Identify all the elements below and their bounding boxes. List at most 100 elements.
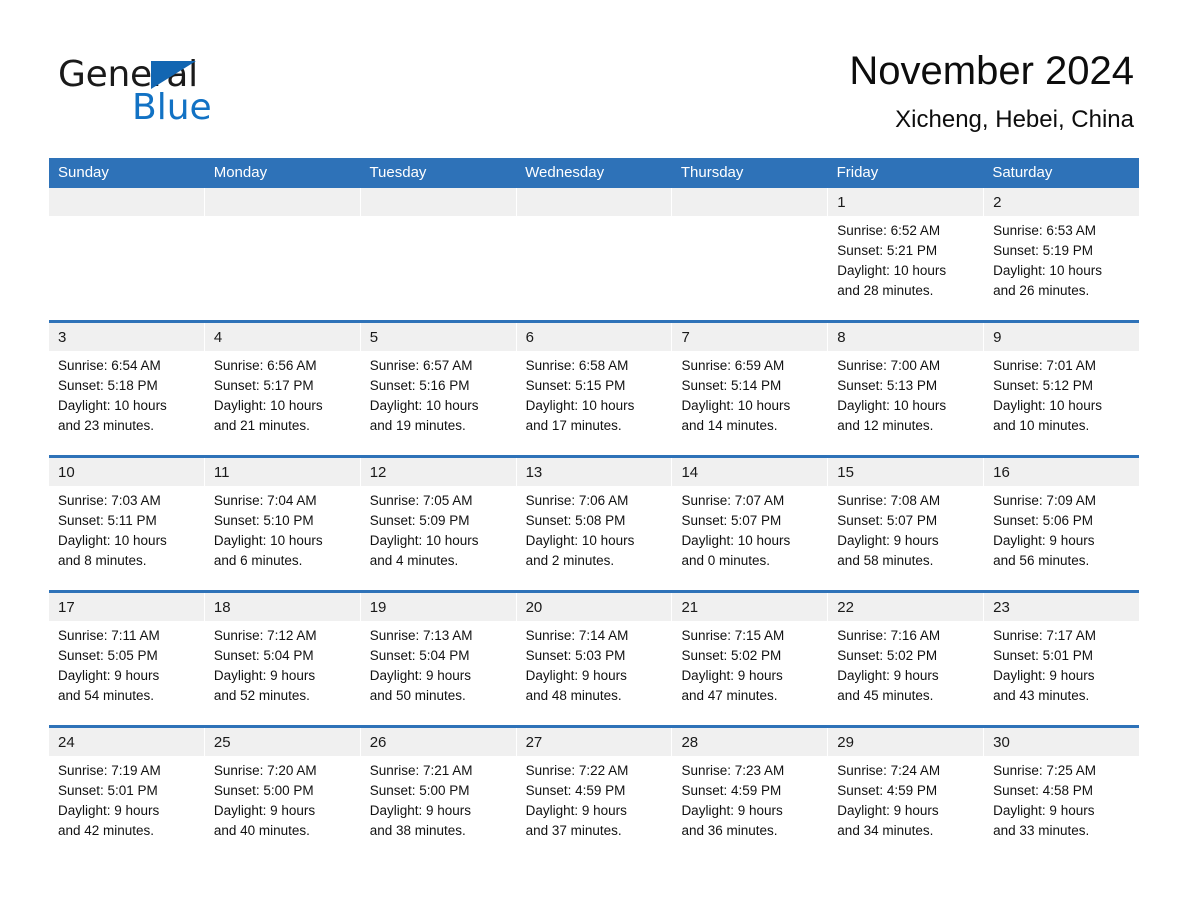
day-cell[interactable]: 8 Sunrise: 7:00 AM Sunset: 5:13 PM Daylight…: [828, 323, 985, 455]
day-number: [516, 188, 672, 216]
day-cell[interactable]: 9 Sunrise: 7:01 AM Sunset: 5:12 PM Daylight…: [984, 323, 1140, 455]
day-sun-info: Sunrise: 7:01 AM Sunset: 5:12 PM Daylight:…: [984, 351, 1139, 436]
day-number: 8: [828, 323, 984, 351]
day-cell[interactable]: 28 Sunrise: 7:23 AM Sunset: 4:59 PM Dayligh…: [672, 728, 829, 860]
sunrise-text: Sunrise: 7:19 AM: [58, 763, 161, 778]
daylight-text-line1: Daylight: 10 hours: [213, 398, 323, 413]
day-cell[interactable]: 30 Sunrise: 7:25 AM Sunset: 4:58 PM Dayligh…: [984, 728, 1140, 860]
sunrise-text: Sunrise: 6:56 AM: [213, 358, 317, 373]
calendar-week-row: 24 Sunrise: 7:19 AM Sunset: 5:01 PM Dayligh…: [49, 725, 1140, 860]
daylight-text-line1: Daylight: 10 hours: [837, 398, 947, 413]
day-cell[interactable]: 23 Sunrise: 7:17 AM Sunset: 5:01 PM Dayligh…: [984, 593, 1140, 725]
sunset-text: Sunset: 5:01 PM: [993, 648, 1093, 663]
day-sun-info: Sunrise: 6:57 AM Sunset: 5:16 PM Daylight:…: [361, 351, 516, 436]
sunrise-text: Sunrise: 7:11 AM: [58, 628, 160, 643]
day-number: [360, 188, 516, 216]
day-cell[interactable]: 20 Sunrise: 7:14 AM Sunset: 5:03 PM Dayligh…: [516, 593, 673, 725]
daylight-text-line2: and 14 minutes.: [681, 418, 778, 433]
sunrise-text: Sunrise: 6:53 AM: [993, 223, 1096, 238]
title-block: November 2024 Xicheng, Hebei, China: [849, 46, 1134, 136]
day-cell[interactable]: 12 Sunrise: 7:05 AM Sunset: 5:09 PM Dayligh…: [360, 458, 517, 590]
day-sun-info: Sunrise: 7:04 AM Sunset: 5:10 PM Daylight:…: [205, 486, 360, 571]
logo-triangle-icon: [151, 61, 196, 89]
day-cell[interactable]: 10 Sunrise: 7:03 AM Sunset: 5:11 PM Dayligh…: [49, 458, 205, 590]
daylight-text-line2: and 50 minutes.: [369, 688, 466, 703]
day-number: 7: [672, 323, 828, 351]
sunset-text: Sunset: 4:59 PM: [681, 783, 782, 798]
daylight-text-line2: and 48 minutes.: [525, 688, 622, 703]
day-cell[interactable]: 5 Sunrise: 6:57 AM Sunset: 5:16 PM Daylight…: [360, 323, 517, 455]
sunset-text: Sunset: 5:06 PM: [993, 513, 1093, 528]
day-cell[interactable]: 24 Sunrise: 7:19 AM Sunset: 5:01 PM Dayligh…: [49, 728, 205, 860]
sunset-text: Sunset: 5:02 PM: [681, 648, 782, 663]
day-cell[interactable]: 19 Sunrise: 7:13 AM Sunset: 5:04 PM Dayligh…: [360, 593, 517, 725]
sunrise-text: Sunrise: 7:07 AM: [681, 493, 785, 508]
day-sun-info: Sunrise: 7:19 AM Sunset: 5:01 PM Daylight:…: [49, 756, 204, 841]
sunset-text: Sunset: 5:05 PM: [58, 648, 158, 663]
day-cell[interactable]: 1 Sunrise: 6:52 AM Sunset: 5:21 PM Daylight…: [828, 188, 985, 320]
sunset-text: Sunset: 5:03 PM: [525, 648, 626, 663]
week-cells: 10 Sunrise: 7:03 AM Sunset: 5:11 PM Dayligh…: [49, 458, 1140, 590]
day-sun-info: Sunrise: 6:53 AM Sunset: 5:19 PM Daylight:…: [984, 216, 1139, 301]
day-number: 24: [49, 728, 204, 756]
day-sun-info: Sunrise: 7:00 AM Sunset: 5:13 PM Daylight:…: [828, 351, 983, 436]
day-number: 30: [984, 728, 1140, 756]
sunrise-text: Sunrise: 7:03 AM: [58, 493, 161, 508]
day-cell[interactable]: 29 Sunrise: 7:24 AM Sunset: 4:59 PM Dayligh…: [828, 728, 985, 860]
day-cell[interactable]: 26 Sunrise: 7:21 AM Sunset: 5:00 PM Dayligh…: [360, 728, 517, 860]
sunset-text: Sunset: 5:00 PM: [369, 783, 470, 798]
daylight-text-line2: and 19 minutes.: [369, 418, 466, 433]
weekday-saturday: Saturday: [992, 164, 1053, 181]
daylight-text-line2: and 23 minutes.: [58, 418, 155, 433]
sunrise-text: Sunrise: 7:25 AM: [993, 763, 1096, 778]
calendar-week-row: 10 Sunrise: 7:03 AM Sunset: 5:11 PM Dayligh…: [49, 455, 1140, 590]
day-cell[interactable]: 17 Sunrise: 7:11 AM Sunset: 5:05 PM Dayligh…: [49, 593, 205, 725]
day-cell[interactable]: 21 Sunrise: 7:15 AM Sunset: 5:02 PM Dayligh…: [672, 593, 829, 725]
day-number: 27: [516, 728, 672, 756]
daylight-text-line1: Daylight: 9 hours: [993, 803, 1095, 818]
day-cell[interactable]: 3 Sunrise: 6:54 AM Sunset: 5:18 PM Daylight…: [49, 323, 205, 455]
day-cell[interactable]: 7 Sunrise: 6:59 AM Sunset: 5:14 PM Daylight…: [672, 323, 829, 455]
day-cell[interactable]: 13 Sunrise: 7:06 AM Sunset: 5:08 PM Dayligh…: [516, 458, 673, 590]
weekday-monday: Monday: [213, 164, 268, 181]
daylight-text-line1: Daylight: 9 hours: [213, 668, 316, 683]
day-cell[interactable]: 18 Sunrise: 7:12 AM Sunset: 5:04 PM Dayligh…: [204, 593, 361, 725]
day-cell[interactable]: 4 Sunrise: 6:56 AM Sunset: 5:17 PM Daylight…: [204, 323, 361, 455]
day-number: [672, 188, 828, 216]
sunset-text: Sunset: 5:18 PM: [58, 378, 158, 393]
calendar-weeks: 1 Sunrise: 6:52 AM Sunset: 5:21 PM Daylight…: [49, 188, 1140, 860]
daylight-text-line2: and 40 minutes.: [213, 823, 310, 838]
daylight-text-line1: Daylight: 10 hours: [993, 263, 1102, 278]
day-cell-empty: [204, 188, 361, 320]
sunset-text: Sunset: 4:58 PM: [993, 783, 1093, 798]
day-cell[interactable]: 25 Sunrise: 7:20 AM Sunset: 5:00 PM Dayligh…: [204, 728, 361, 860]
day-cell[interactable]: 15 Sunrise: 7:08 AM Sunset: 5:07 PM Dayligh…: [828, 458, 985, 590]
daylight-text-line2: and 52 minutes.: [213, 688, 310, 703]
daylight-text-line2: and 2 minutes.: [525, 553, 615, 568]
day-cell[interactable]: 27 Sunrise: 7:22 AM Sunset: 4:59 PM Dayligh…: [516, 728, 673, 860]
daylight-text-line2: and 6 minutes.: [213, 553, 303, 568]
daylight-text-line2: and 21 minutes.: [213, 418, 310, 433]
daylight-text-line1: Daylight: 10 hours: [213, 533, 323, 548]
day-number: 16: [984, 458, 1140, 486]
weekday-thursday: Thursday: [680, 164, 744, 181]
daylight-text-line2: and 36 minutes.: [681, 823, 778, 838]
day-number: 19: [360, 593, 516, 621]
day-cell[interactable]: 6 Sunrise: 6:58 AM Sunset: 5:15 PM Daylight…: [516, 323, 673, 455]
week-cells: 24 Sunrise: 7:19 AM Sunset: 5:01 PM Dayligh…: [49, 728, 1140, 860]
day-cell[interactable]: 22 Sunrise: 7:16 AM Sunset: 5:02 PM Dayligh…: [828, 593, 985, 725]
day-cell[interactable]: 14 Sunrise: 7:07 AM Sunset: 5:07 PM Dayligh…: [672, 458, 829, 590]
day-cell[interactable]: 2 Sunrise: 6:53 AM Sunset: 5:19 PM Daylight…: [984, 188, 1140, 320]
sunset-text: Sunset: 5:12 PM: [993, 378, 1093, 393]
day-sun-info: Sunrise: 7:23 AM Sunset: 4:59 PM Daylight:…: [672, 756, 827, 841]
day-cell[interactable]: 16 Sunrise: 7:09 AM Sunset: 5:06 PM Dayligh…: [984, 458, 1140, 590]
sunset-text: Sunset: 5:04 PM: [213, 648, 314, 663]
daylight-text-line2: and 8 minutes.: [58, 553, 147, 568]
day-sun-info: Sunrise: 7:17 AM Sunset: 5:01 PM Daylight:…: [984, 621, 1139, 706]
sunset-text: Sunset: 5:15 PM: [525, 378, 626, 393]
calendar-week-row: 1 Sunrise: 6:52 AM Sunset: 5:21 PM Daylight…: [49, 188, 1140, 320]
day-sun-info: Sunrise: 7:11 AM Sunset: 5:05 PM Daylight:…: [49, 621, 204, 706]
daylight-text-line1: Daylight: 9 hours: [525, 803, 627, 818]
day-cell[interactable]: 11 Sunrise: 7:04 AM Sunset: 5:10 PM Dayligh…: [204, 458, 361, 590]
page-title: November 2024: [849, 49, 1134, 93]
